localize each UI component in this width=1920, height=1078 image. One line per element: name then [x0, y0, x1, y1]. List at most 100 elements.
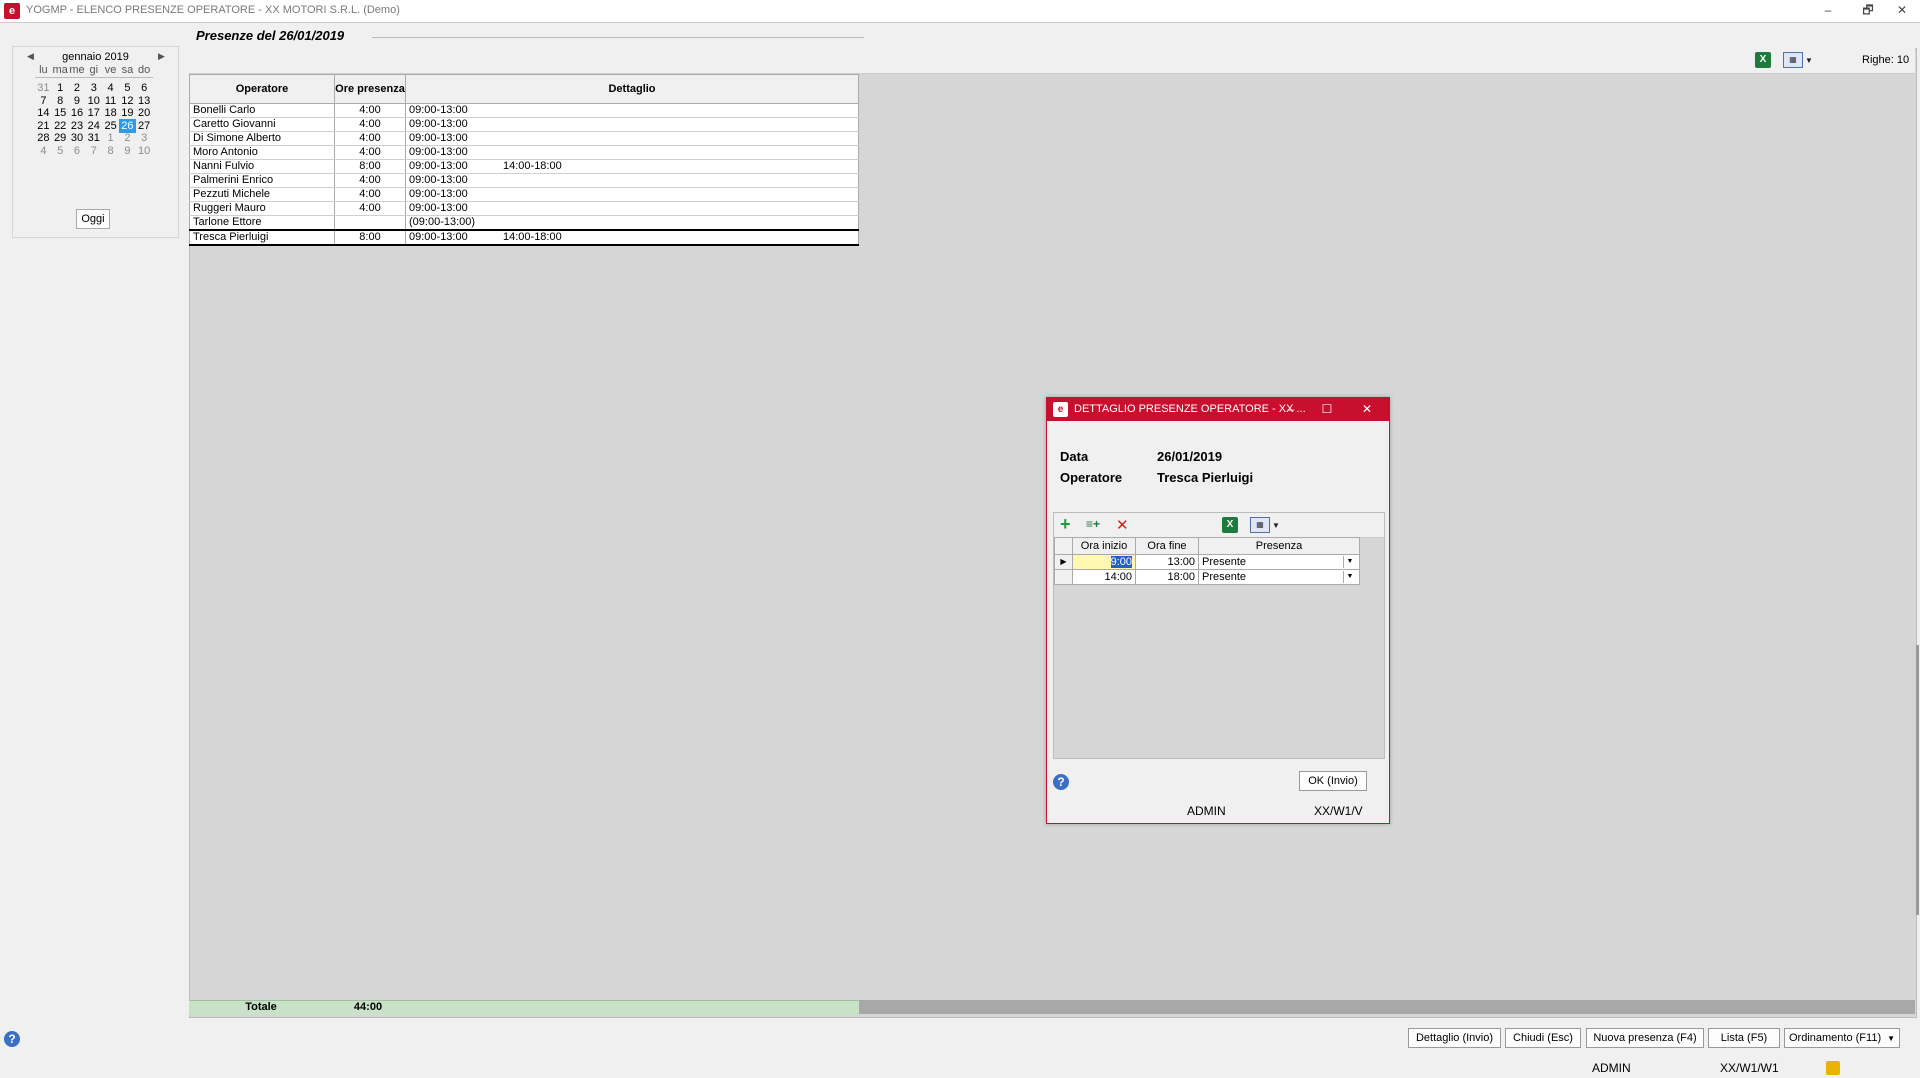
calendar-divider [35, 77, 153, 78]
ok-button[interactable]: OK (Invio) [1299, 771, 1367, 791]
help-icon[interactable]: ? [1053, 774, 1069, 790]
close-icon[interactable]: ✕ [1882, 0, 1920, 22]
cell-dettaglio: 09:00-13:00 [405, 117, 859, 132]
cell-dettaglio: 09:00-13:00 14:00-18:00 [405, 159, 859, 174]
excel-icon[interactable]: X [1222, 517, 1238, 533]
calendar-day[interactable]: 4 [35, 144, 52, 158]
table-row[interactable]: Caretto Giovanni 4:00 09:00-13:00 [189, 117, 859, 132]
grid-settings-icon[interactable]: ▦ [1783, 52, 1803, 68]
chevron-down-icon[interactable]: ▼ [1343, 556, 1356, 568]
today-button[interactable]: Oggi [76, 209, 110, 229]
cell-ore: 4:00 [334, 145, 406, 160]
dettaglio-slot-1: (09:00-13:00) [409, 216, 476, 228]
total-row-filler [859, 1000, 1915, 1014]
calendar-day[interactable]: 8 [102, 144, 119, 158]
calendar-day[interactable]: 10 [136, 144, 153, 158]
dialog-grid-toolbar: + ≡+ ✕ X ▦ ▼ [1054, 513, 1384, 538]
dialog-minimize-icon[interactable]: – [1273, 398, 1309, 421]
table-row[interactable]: Moro Antonio 4:00 09:00-13:00 [189, 145, 859, 160]
presenza-value: Presente [1202, 571, 1247, 583]
dialog-row[interactable]: ▶ 9:00 13:00 Presente ▼ [1054, 554, 1360, 570]
section-title: Presenze del 26/01/2019 [196, 28, 345, 43]
weekday-label: lu [39, 64, 48, 76]
table-row[interactable]: Pezzuti Michele 4:00 09:00-13:00 [189, 187, 859, 202]
table-row[interactable]: Ruggeri Mauro 4:00 09:00-13:00 [189, 201, 859, 216]
cell-operatore: Di Simone Alberto [189, 131, 335, 146]
dettaglio-button[interactable]: Dettaglio (Invio) [1408, 1028, 1501, 1048]
row-indicator[interactable] [1054, 569, 1073, 585]
table-row[interactable]: Palmerini Enrico 4:00 09:00-13:00 [189, 173, 859, 188]
col-ora-fine[interactable]: Ora fine [1135, 537, 1199, 555]
table-row[interactable]: Tresca Pierluigi 8:00 09:00-13:00 14:00-18:… [189, 229, 859, 246]
grid-settings-icon[interactable]: ▦ [1250, 517, 1270, 533]
cell-dettaglio: 09:00-13:00 [405, 103, 859, 118]
calendar-day[interactable]: 5 [52, 144, 69, 158]
table-row[interactable]: Di Simone Alberto 4:00 09:00-13:00 [189, 131, 859, 146]
selected-text: 9:00 [1110, 556, 1132, 568]
delete-icon[interactable]: ✕ [1116, 516, 1129, 534]
grid-toolbar: X ▦ ▼ [189, 48, 1915, 74]
table-row[interactable]: Tarlone Ettore (09:00-13:00) [189, 215, 859, 231]
presenze-table: Operatore Ore presenza Dettaglio Bonelli… [189, 74, 859, 246]
cell-ora-fine[interactable]: 13:00 [1135, 554, 1199, 570]
cell-presenza[interactable]: Presente ▼ [1198, 569, 1360, 585]
cell-presenza[interactable]: Presente ▼ [1198, 554, 1360, 570]
excel-icon[interactable]: X [1755, 52, 1771, 68]
cell-ora-fine[interactable]: 18:00 [1135, 569, 1199, 585]
calendar-week: 4 5 6 7 8 9 10 [35, 144, 153, 158]
dettaglio-slot-1: 09:00-13:00 [409, 174, 468, 186]
row-indicator[interactable]: ▶ [1054, 554, 1073, 570]
weekday-label: ve [104, 64, 117, 76]
col-ore[interactable]: Ore presenza [334, 74, 406, 104]
lista-button[interactable]: Lista (F5) [1708, 1028, 1780, 1048]
cell-dettaglio: 09:00-13:00 [405, 131, 859, 146]
col-presenza[interactable]: Presenza [1198, 537, 1360, 555]
dettaglio-slot-2: 14:00-18:00 [503, 160, 562, 172]
calendar-day[interactable]: 6 [69, 144, 86, 158]
dialog-close-icon[interactable]: ✕ [1349, 398, 1385, 421]
dialog-row[interactable]: 14:00 18:00 Presente ▼ [1054, 569, 1360, 585]
calendar-weekdays: lu ma me gi ve sa do [35, 63, 153, 77]
calendar: ◀ gennaio 2019 ▶ lu ma me gi ve sa do 31 1 2 3 4 5 6… [12, 46, 179, 238]
insert-row-icon[interactable]: ≡+ [1086, 517, 1100, 531]
cell-ora-inizio[interactable]: 9:00 [1072, 554, 1136, 570]
chevron-down-icon[interactable]: ▼ [1805, 56, 1813, 65]
dialog-status-user: ADMIN [1187, 804, 1226, 818]
cell-dettaglio: 09:00-13:00 [405, 173, 859, 188]
status-user: ADMIN [1592, 1061, 1631, 1075]
chiudi-button[interactable]: Chiudi (Esc) [1505, 1028, 1581, 1048]
weekday-label: ma [52, 64, 68, 76]
cell-operatore: Tresca Pierluigi [189, 229, 335, 246]
help-icon[interactable]: ? [4, 1031, 20, 1047]
cell-operatore: Pezzuti Michele [189, 187, 335, 202]
dettaglio-slot-1: 09:00-13:00 [409, 231, 468, 243]
presenza-value: Presente [1202, 556, 1247, 568]
dettaglio-slot-1: 09:00-13:00 [409, 160, 468, 172]
ordinamento-button[interactable]: Ordinamento (F11) ▼ [1784, 1028, 1900, 1048]
calendar-month-label: gennaio 2019 [62, 51, 129, 63]
dettaglio-slot-1: 09:00-13:00 [409, 188, 468, 200]
table-row[interactable]: Bonelli Carlo 4:00 09:00-13:00 [189, 103, 859, 118]
add-icon[interactable]: + [1060, 514, 1071, 535]
table-row[interactable]: Nanni Fulvio 8:00 09:00-13:00 14:00-18:00 [189, 159, 859, 174]
chevron-down-icon[interactable]: ▼ [1272, 521, 1280, 530]
nuova-presenza-button[interactable]: Nuova presenza (F4) [1586, 1028, 1704, 1048]
cell-operatore: Nanni Fulvio [189, 159, 335, 174]
cell-ora-inizio[interactable]: 14:00 [1072, 569, 1136, 585]
minimize-icon[interactable]: – [1808, 0, 1848, 22]
calendar-day[interactable]: 9 [119, 144, 136, 158]
dettaglio-slot-1: 09:00-13:00 [409, 146, 468, 158]
col-operatore[interactable]: Operatore [189, 74, 335, 104]
rows-count: Righe: 10 [1862, 54, 1910, 66]
calendar-day[interactable]: 7 [85, 144, 102, 158]
scrollbar[interactable] [1916, 645, 1919, 915]
col-ora-inizio[interactable]: Ora inizio [1072, 537, 1136, 555]
cell-dettaglio: 09:00-13:00 14:00-18:00 [405, 229, 859, 246]
dialog-maximize-icon[interactable]: ☐ [1309, 398, 1345, 421]
cell-ore: 4:00 [334, 103, 406, 118]
chevron-down-icon[interactable]: ▼ [1343, 571, 1356, 583]
next-month-icon[interactable]: ▶ [158, 51, 165, 62]
dettaglio-slot-1: 09:00-13:00 [409, 132, 468, 144]
cell-operatore: Palmerini Enrico [189, 173, 335, 188]
col-dettaglio[interactable]: Dettaglio [405, 74, 859, 104]
